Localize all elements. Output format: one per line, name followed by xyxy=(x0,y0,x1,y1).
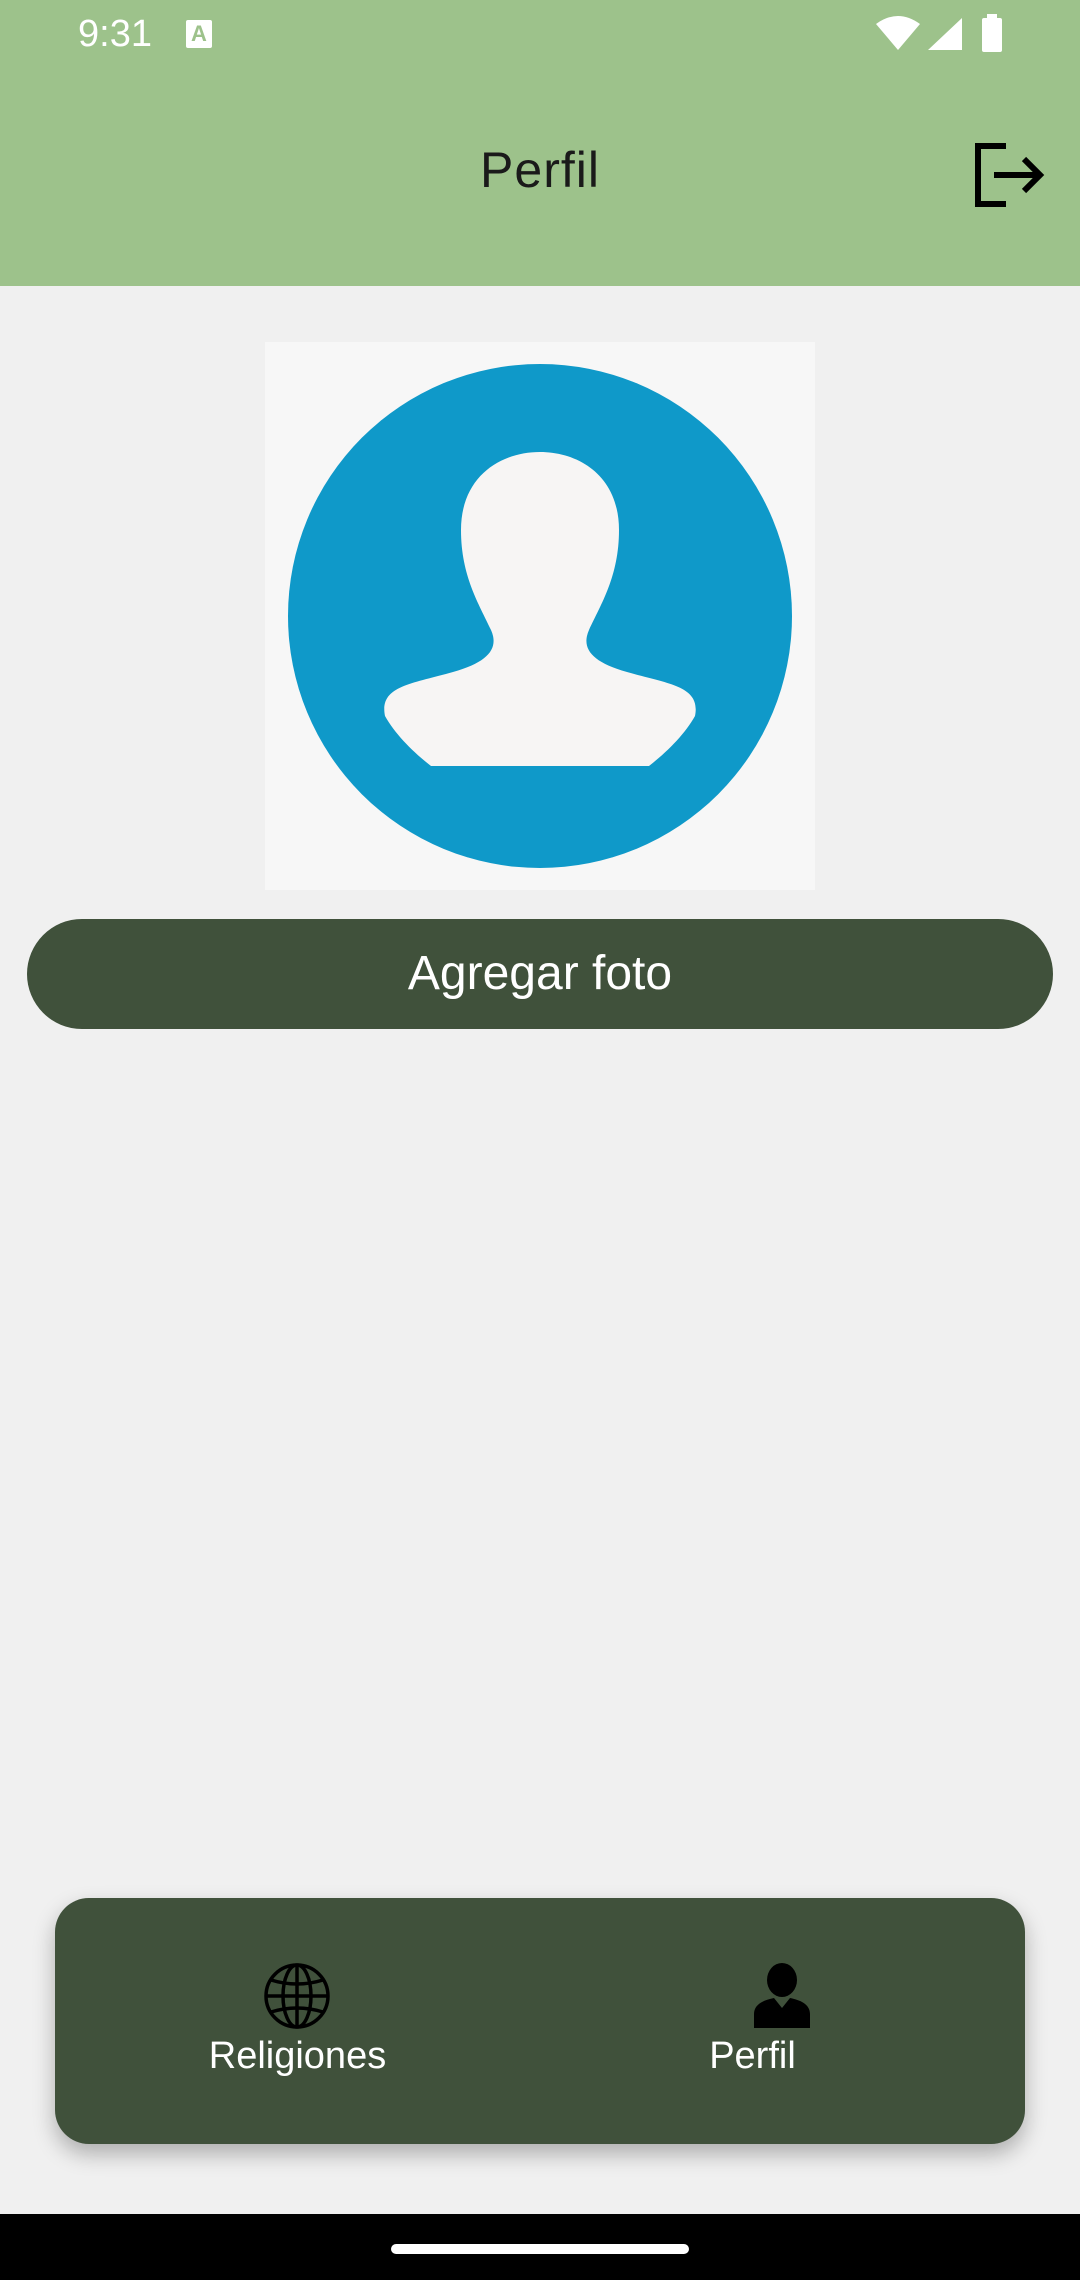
system-navigation-bar xyxy=(0,2214,1080,2280)
nav-item-perfil[interactable]: Perfil xyxy=(540,1898,1025,2144)
profile-photo[interactable] xyxy=(265,342,815,890)
page-title: Perfil xyxy=(480,142,600,198)
user-icon xyxy=(754,1963,810,2028)
signal-icon xyxy=(928,18,962,50)
status-bar: 9:31 A xyxy=(0,0,1080,70)
nav-item-religiones[interactable]: Religiones xyxy=(55,1898,540,2144)
nav-label-perfil: Perfil xyxy=(709,2035,796,2077)
home-gesture-handle[interactable] xyxy=(391,2244,689,2254)
wifi-icon xyxy=(876,16,920,50)
globe-icon xyxy=(264,1963,330,2029)
add-photo-button[interactable]: Agregar foto xyxy=(27,919,1053,1029)
battery-icon xyxy=(982,14,1002,52)
bottom-navigation: Religiones Perfil xyxy=(55,1898,1025,2144)
user-avatar-icon xyxy=(288,364,792,868)
status-icons xyxy=(840,14,1080,54)
logout-button[interactable] xyxy=(972,140,1048,210)
app-bar: 9:31 A Perfil xyxy=(0,0,1080,286)
profile-screen: 9:31 A Perfil Agregar foto Religiones Pe… xyxy=(0,0,1080,2280)
a-icon: A xyxy=(186,20,212,48)
status-time: 9:31 xyxy=(78,13,152,55)
logout-icon xyxy=(975,143,1045,207)
